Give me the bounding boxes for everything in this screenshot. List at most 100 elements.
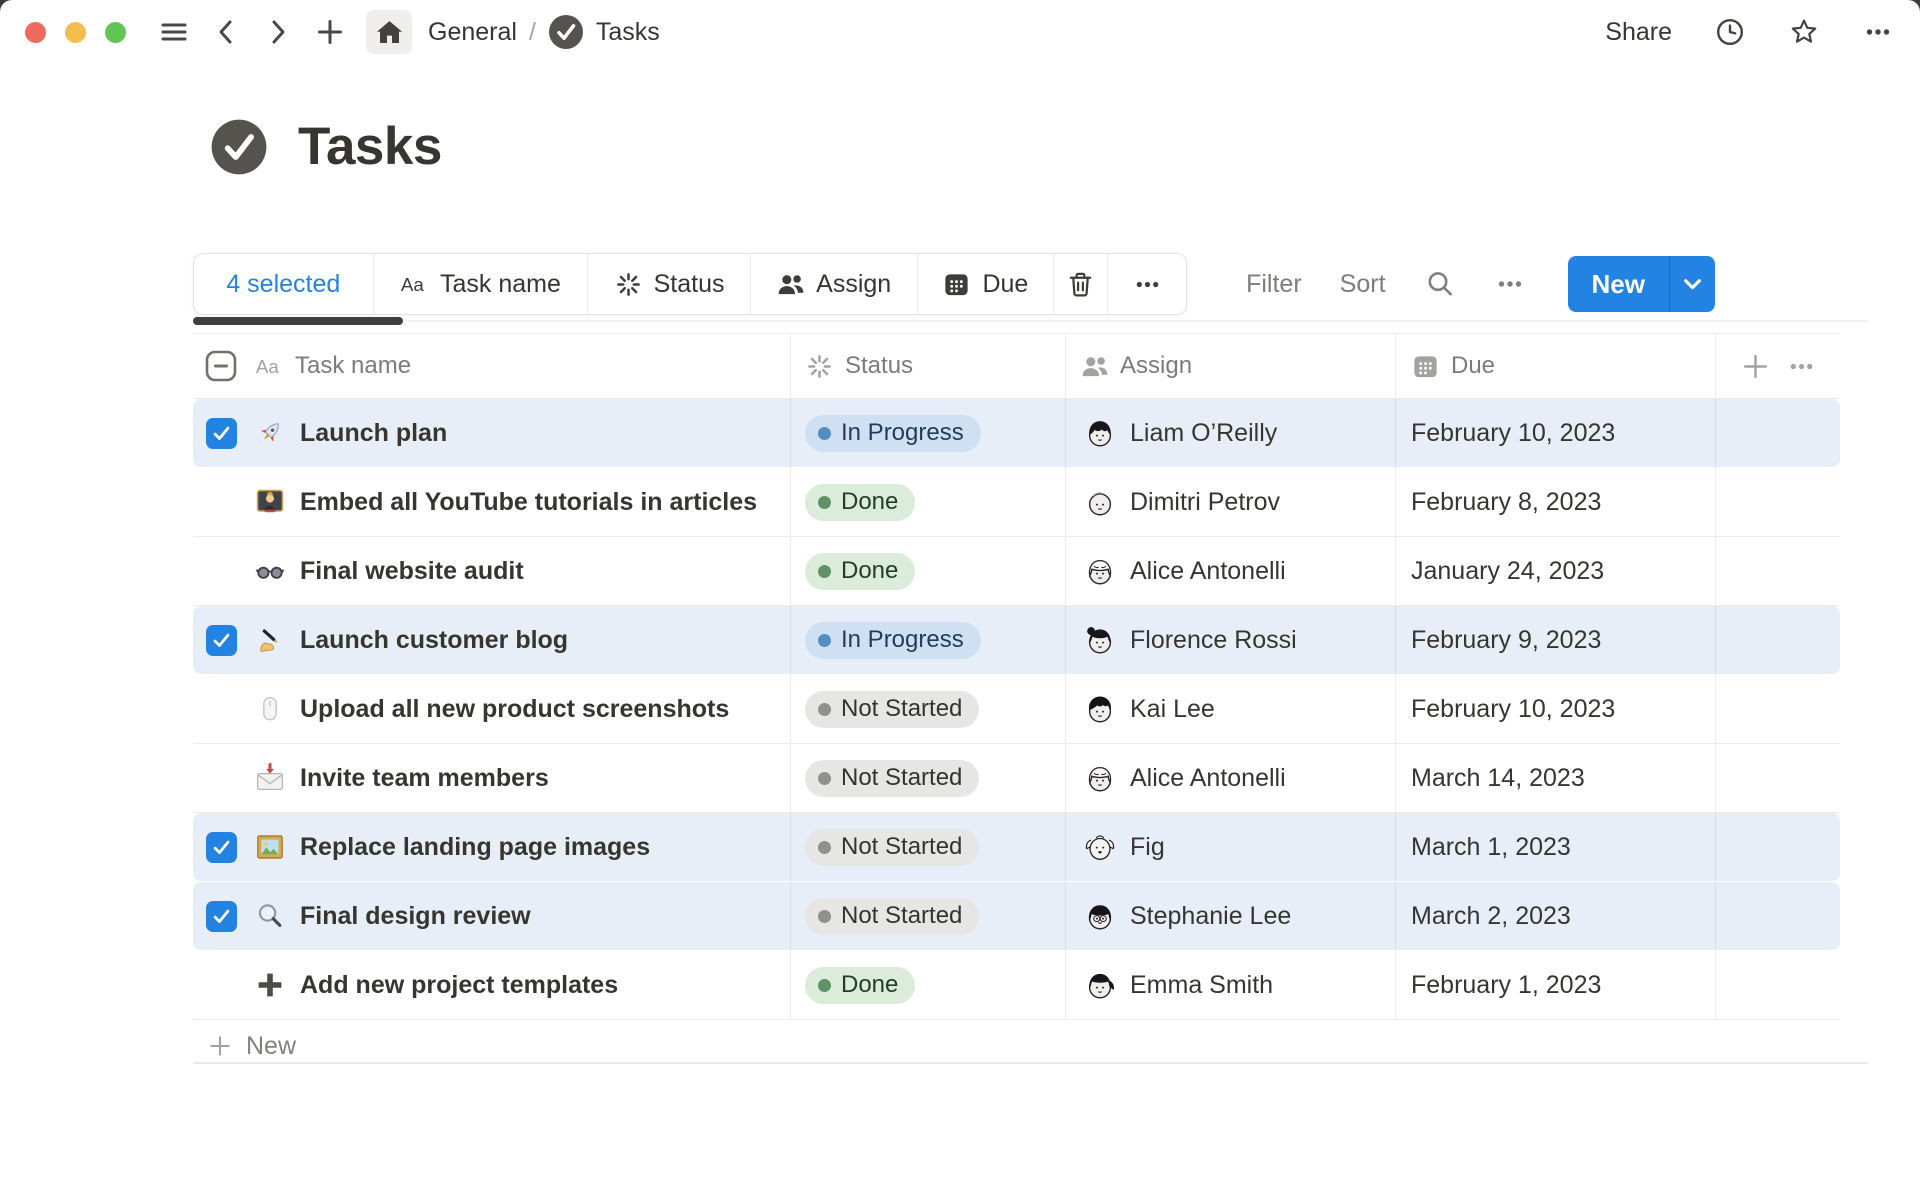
due-date[interactable]: January 24, 2023 [1411,557,1604,586]
selected-count-button[interactable]: 4 selected [194,254,374,314]
status-badge[interactable]: In Progress [805,622,981,659]
share-button[interactable]: Share [1605,18,1672,47]
due-date[interactable]: March 1, 2023 [1411,833,1571,862]
breadcrumb-page[interactable]: Tasks [596,18,660,47]
bulk-edit-assign-button[interactable]: Assign [751,254,918,314]
column-header-task-name[interactable]: Aa Task name [250,334,790,398]
table-row[interactable]: Upload all new product screenshots Not S… [193,675,1840,744]
due-date[interactable]: March 14, 2023 [1411,764,1585,793]
table-row[interactable]: Final design review Not Started Stephani… [193,882,1840,951]
selection-more-button[interactable] [1108,254,1186,314]
home-icon [375,18,404,47]
more-options-icon[interactable] [1862,16,1894,48]
task-title-link[interactable]: Replace landing page images [300,833,650,862]
new-page-icon[interactable] [314,16,346,48]
status-dot [818,496,831,509]
column-header-assign[interactable]: Assign [1065,334,1395,398]
new-row-button[interactable]: New [193,1020,1840,1072]
status-badge[interactable]: Not Started [805,760,979,797]
assignee-avatar [1083,968,1117,1002]
new-button-dropdown[interactable] [1669,256,1715,312]
row-checkbox[interactable] [206,901,237,932]
status-badge[interactable]: Not Started [805,829,979,866]
page-title[interactable]: Tasks [298,116,442,177]
bulk-edit-task-name-button[interactable]: Aa Task name [374,254,589,314]
status-dot [818,772,831,785]
assignee-name[interactable]: Dimitri Petrov [1130,488,1280,517]
table-row[interactable]: Embed all YouTube tutorials in articles … [193,468,1840,537]
due-date[interactable]: February 10, 2023 [1411,695,1615,724]
task-title-link[interactable]: Launch plan [300,419,447,448]
row-checkbox[interactable] [206,625,237,656]
horizontal-scrollbar-track[interactable] [193,320,1868,322]
new-button-main[interactable]: New [1568,256,1669,312]
task-title-link[interactable]: Embed all YouTube tutorials in articles [300,488,757,517]
assignee-name[interactable]: Alice Antonelli [1130,764,1286,793]
task-emoji-icon [255,901,285,931]
bulk-edit-status-button[interactable]: Status [588,254,751,314]
back-icon[interactable] [210,16,242,48]
column-header-status[interactable]: Status [790,334,1065,398]
updates-clock-icon[interactable] [1714,16,1746,48]
column-header-due[interactable]: Due [1395,334,1715,398]
forward-icon[interactable] [262,16,294,48]
due-date[interactable]: February 1, 2023 [1411,971,1601,1000]
status-badge[interactable]: Done [805,553,915,590]
task-title-link[interactable]: Final website audit [300,557,524,586]
assignee-name[interactable]: Alice Antonelli [1130,557,1286,586]
status-badge[interactable]: Done [805,967,915,1004]
table-row[interactable]: Invite team members Not Started Alice An… [193,744,1840,813]
page-check-icon[interactable] [210,118,268,176]
table-row[interactable]: Final website audit Done Alice Antonelli… [193,537,1840,606]
assignee-name[interactable]: Stephanie Lee [1130,902,1291,931]
delete-selected-button[interactable] [1054,254,1108,314]
bulk-field-label: Assign [816,270,891,299]
table-options-button[interactable] [1787,352,1816,381]
status-badge[interactable]: Not Started [805,898,979,935]
assignee-name[interactable]: Liam O’Reilly [1130,419,1277,448]
due-date[interactable]: February 10, 2023 [1411,419,1615,448]
status-dot [818,634,831,647]
sort-button[interactable]: Sort [1340,270,1386,299]
select-all-checkbox[interactable] [205,350,237,382]
status-badge[interactable]: In Progress [805,415,981,452]
task-title-link[interactable]: Add new project templates [300,971,618,1000]
due-date[interactable]: March 2, 2023 [1411,902,1571,931]
bulk-edit-due-button[interactable]: Due [918,254,1055,314]
window-minimize-button[interactable] [65,22,86,43]
status-badge[interactable]: Not Started [805,691,979,728]
table-row[interactable]: Replace landing page images Not Started … [193,813,1840,882]
people-icon [1080,352,1109,381]
window-close-button[interactable] [25,22,46,43]
add-column-button[interactable] [1740,351,1771,382]
filter-button[interactable]: Filter [1246,270,1302,299]
horizontal-scrollbar-thumb[interactable] [193,317,403,325]
task-title-link[interactable]: Upload all new product screenshots [300,695,729,724]
due-date[interactable]: February 8, 2023 [1411,488,1601,517]
due-date[interactable]: February 9, 2023 [1411,626,1601,655]
breadcrumb-root[interactable]: General [428,18,517,47]
status-badge[interactable]: Done [805,484,915,521]
home-button[interactable] [366,10,412,54]
favorite-star-icon[interactable] [1788,16,1820,48]
window-topbar: General / Tasks Share [0,0,1920,64]
sidebar-menu-icon[interactable] [158,16,190,48]
assignee-name[interactable]: Florence Rossi [1130,626,1297,655]
task-title-link[interactable]: Final design review [300,902,531,931]
assignee-name[interactable]: Kai Lee [1130,695,1215,724]
task-title-link[interactable]: Launch customer blog [300,626,568,655]
view-more-icon[interactable] [1494,268,1526,300]
assignee-name[interactable]: Emma Smith [1130,971,1273,1000]
window-zoom-button[interactable] [105,22,126,43]
search-icon[interactable] [1424,268,1456,300]
row-checkbox[interactable] [206,832,237,863]
table-row[interactable]: Add new project templates Done Emma Smit… [193,951,1840,1020]
svg-text:Aa: Aa [401,273,425,294]
row-checkbox[interactable] [206,418,237,449]
assignee-avatar [1083,830,1117,864]
task-title-link[interactable]: Invite team members [300,764,549,793]
table-row[interactable]: Launch plan In Progress Liam O’Reilly Fe… [193,399,1840,468]
assignee-name[interactable]: Fig [1130,833,1165,862]
table-row[interactable]: Launch customer blog In Progress Florenc… [193,606,1840,675]
column-label: Assign [1120,352,1192,380]
